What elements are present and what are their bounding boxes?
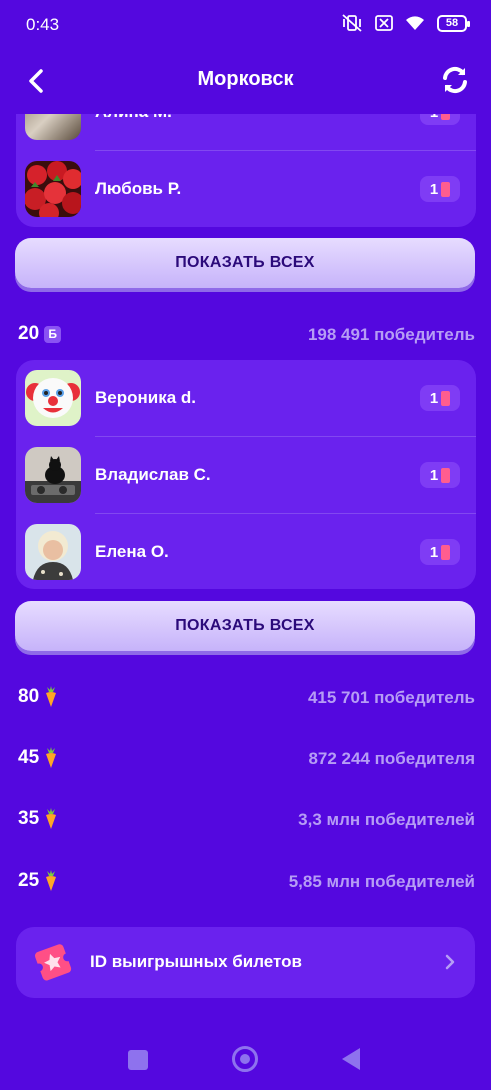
prize-value: 20 [18,323,40,344]
winners-card-2: Вероника d. 1 Владислав С. 1 Елена О. 1 [16,360,476,589]
winning-ticket-ids-button[interactable]: ID выигрышных билетов [16,927,475,998]
status-bar: 0:43 58 [0,0,491,50]
winners-card-1: Алина М. 1 Любовь Р. 1 [16,114,476,227]
strawberries-image [25,161,81,217]
ticket-count: 1 [430,114,438,121]
winner-avatar [25,447,81,503]
prize-amount: 45 [18,747,58,769]
refresh-icon[interactable] [439,64,471,96]
prize-tier: 80 415 701 победитель [0,682,491,712]
clown-face-icon [25,370,81,426]
winner-name: Алина М. [95,114,172,122]
chevron-right-icon [445,954,455,970]
ticket-star-icon [34,944,72,981]
winner-row[interactable]: Любовь Р. 1 [16,151,476,227]
ticket-count: 1 [429,543,439,561]
prize-amount: 35 [18,808,58,830]
app-header: Морковск [0,50,491,112]
carrot-icon [46,686,57,707]
ticket-count: 1 [429,389,439,407]
winner-avatar [25,524,81,580]
carrot-icon [46,747,57,768]
carrot-icon [46,808,57,829]
winner-name: Елена О. [95,542,169,561]
ticket-count-badge: 1 [420,385,460,411]
prize-value: 25 [18,870,40,891]
prize-value: 35 [18,808,40,829]
page-title: Морковск [197,68,294,90]
prize-amount: 25 [18,870,58,892]
wifi-icon [406,16,424,30]
ticket-icon [441,114,451,120]
ticket-count-badge: 1 [420,114,460,125]
ticket-count: 1 [429,466,439,484]
home-icon[interactable] [232,1046,258,1072]
vibrate-off-icon [342,14,362,32]
battery-level: 58 [445,17,459,29]
results-content[interactable]: Алина М. 1 Любовь Р. 1 ПОКАЗАТЬ ВСЕХ 20 … [0,114,491,1014]
status-icons: 58 [341,14,470,32]
prize-tier: 45 872 244 победителя [0,743,491,773]
winner-row[interactable]: Вероника d. 1 [16,360,476,437]
winners-count: 5,85 млн победителей [288,872,475,891]
winner-row[interactable]: Алина М. 1 [16,114,476,151]
ticket-count-badge: 1 [420,462,460,488]
status-time: 0:43 [26,15,60,34]
battery-icon: 58 [437,14,470,32]
carrot-icon [46,870,57,891]
show-all-button[interactable]: ПОКАЗАТЬ ВСЕХ [15,238,475,288]
ticket-icon [441,181,451,197]
winners-count: 872 244 победителя [308,749,475,768]
winners-count: 415 701 победитель [307,688,475,707]
prize-tier-20: 20 Б 198 491 победитель [0,319,491,349]
prize-amount: 80 [18,686,58,708]
winner-name: Владислав С. [95,465,211,484]
prize-tier: 35 3,3 млн победителей [0,804,491,834]
ticket-count-badge: 1 [420,176,460,202]
ticket-count: 1 [429,180,439,198]
ticket-icon [441,390,451,406]
prize-value: 45 [18,747,40,768]
winner-row[interactable]: Елена О. 1 [16,514,476,589]
ticket-icon [441,467,451,483]
bonus-icon: Б [44,325,62,343]
winner-avatar [25,161,81,217]
winner-name: Вероника d. [95,388,197,407]
show-all-button[interactable]: ПОКАЗАТЬ ВСЕХ [15,601,475,651]
prize-value: 80 [18,686,40,707]
prize-amount: 20 Б [18,323,62,345]
sim-off-icon [375,15,393,31]
winner-avatar [25,114,81,140]
winner-row[interactable]: Владислав С. 1 [16,437,476,514]
ticket-icon [441,544,451,560]
winner-avatar [25,370,81,426]
ticket-ids-label: ID выигрышных билетов [90,952,302,971]
woman-photo [25,524,81,580]
winner-name: Любовь Р. [95,179,182,198]
system-nav-bar [0,1030,491,1090]
winners-count: 3,3 млн победителей [298,810,475,829]
prize-tier: 25 5,85 млн победителей [0,866,491,896]
back-nav-icon[interactable] [342,1048,360,1070]
recent-apps-icon[interactable] [128,1050,148,1070]
cat-photo [25,447,81,503]
ticket-count-badge: 1 [420,539,460,565]
winners-count: 198 491 победитель [307,325,475,344]
